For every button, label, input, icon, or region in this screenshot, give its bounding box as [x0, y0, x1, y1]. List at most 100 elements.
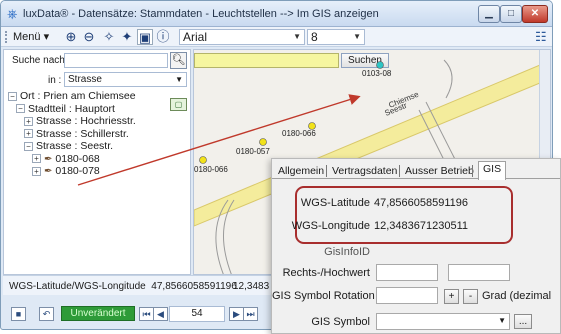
- tree-action-button[interactable]: ▢: [170, 98, 187, 111]
- next-record-icon[interactable]: ▶: [229, 307, 244, 321]
- collapse-icon[interactable]: −: [16, 104, 25, 114]
- tree-node[interactable]: − Strasse : Seestr.: [8, 140, 136, 153]
- font-value: Arial: [183, 30, 208, 44]
- coordinate-value-2: 12,3483: [233, 281, 270, 292]
- point-label: 0180-066: [282, 129, 316, 138]
- maximize-button[interactable]: □: [500, 5, 522, 23]
- tree-node[interactable]: + Strasse : Schillerstr.: [8, 128, 136, 141]
- toolbar-grip-icon: [5, 31, 8, 43]
- map-point[interactable]: [259, 138, 267, 146]
- font-size-value: 8: [311, 30, 318, 44]
- longitude-value[interactable]: 12,3483671230511: [374, 220, 468, 232]
- search-field-select[interactable]: Strasse ▼: [64, 72, 187, 87]
- gis-symbol-browse-button[interactable]: ...: [514, 314, 532, 329]
- tab-separator: [326, 165, 327, 177]
- identify-icon[interactable]: ⓘ: [155, 29, 171, 45]
- size-dropdown-icon: ▼: [353, 32, 361, 41]
- tree-node[interactable]: + ✒ 0180-078: [8, 165, 136, 178]
- in-label: in :: [48, 75, 62, 86]
- rechts-hochwert-label: Rechts-/Hochwert: [282, 267, 370, 279]
- search-label: Suche nach :: [12, 55, 71, 66]
- tree-node-label: Strasse : Schillerstr.: [36, 127, 129, 140]
- search-input[interactable]: [64, 53, 168, 68]
- hochwert-input[interactable]: [448, 264, 510, 281]
- search-field-value: Strasse: [68, 74, 102, 85]
- detail-tabs: Allgemein Vertragsdaten Ausser Betrieb G…: [272, 159, 560, 180]
- collapse-icon[interactable]: −: [24, 141, 33, 151]
- gisinfoid-label: GisInfoID: [324, 246, 370, 258]
- tree-node[interactable]: + Strasse : Hochriesstr.: [8, 115, 136, 128]
- symbol-dropdown-icon: ▼: [498, 316, 506, 325]
- tab-ausser-betrieb[interactable]: Ausser Betrieb: [405, 165, 474, 179]
- map-point[interactable]: [199, 156, 207, 164]
- expand-icon[interactable]: +: [32, 154, 41, 164]
- save-icon[interactable]: ■: [11, 307, 26, 321]
- app-logo-icon: ⎈: [7, 6, 18, 21]
- symbol-rotation-label: GIS Symbol Rotation: [272, 290, 375, 302]
- coordinate-value-1: 47,8566058591196: [151, 281, 237, 292]
- menu-button[interactable]: Menü ▾: [13, 30, 49, 43]
- minimize-button[interactable]: ▁: [478, 5, 500, 23]
- gis-detail-panel: Allgemein Vertragsdaten Ausser Betrieb G…: [271, 158, 561, 334]
- expand-icon[interactable]: +: [24, 129, 33, 139]
- tab-gis[interactable]: GIS: [478, 161, 507, 180]
- toolbar: Menü ▾ ⊕ ⊖ ✧ ✦ ▣ ⓘ Arial ▼ 8 ▼ ☷: [1, 27, 552, 47]
- zoom-in-icon[interactable]: ⊕: [63, 29, 79, 45]
- tree-node-label: Strasse : Hochriesstr.: [36, 115, 136, 127]
- tab-separator: [399, 165, 400, 177]
- tree-node-label: Strasse : Seestr.: [36, 140, 114, 152]
- search-icon: 🔍︎: [171, 54, 186, 66]
- tree-node[interactable]: − Ort : Prien am Chiemsee: [8, 90, 136, 103]
- tab-allgemein[interactable]: Allgemein: [278, 165, 324, 179]
- menu-label: Menü: [13, 31, 41, 43]
- location-tree: − Ort : Prien am Chiemsee − Stadtteil : Hau…: [8, 90, 136, 178]
- tree-node[interactable]: − Stadtteil : Hauptort: [8, 103, 136, 116]
- latitude-value[interactable]: 47,8566058591196: [374, 197, 468, 209]
- coordinate-label: WGS-Latitude/WGS-Longitude: [9, 281, 146, 292]
- symbol-rotation-input[interactable]: [376, 287, 438, 304]
- rotation-unit-label: Grad (dezimal: [482, 290, 552, 302]
- undo-icon[interactable]: ↶: [39, 307, 54, 321]
- point-label: 0180-057: [236, 147, 270, 156]
- window-title: luxData® - Datensätze: Stammdaten - Leuc…: [23, 8, 379, 20]
- route-icon[interactable]: ✦: [119, 29, 135, 45]
- longitude-label: WGS-Longitude: [291, 220, 370, 232]
- map-point[interactable]: [376, 61, 384, 69]
- font-size-select[interactable]: 8 ▼: [307, 29, 365, 45]
- record-number[interactable]: 54: [169, 306, 225, 322]
- font-dropdown-icon: ▼: [293, 32, 301, 41]
- gis-symbol-select[interactable]: ▼: [376, 313, 510, 330]
- collapse-icon[interactable]: −: [8, 91, 17, 101]
- font-select[interactable]: Arial ▼: [179, 29, 305, 45]
- tree-node[interactable]: + ✒ 0180-068: [8, 153, 136, 166]
- last-record-icon[interactable]: ⏭: [243, 307, 258, 321]
- measure-icon[interactable]: ✧: [101, 29, 117, 45]
- rechtswert-input[interactable]: [376, 264, 438, 281]
- hierarchy-icon[interactable]: ☷: [535, 29, 547, 45]
- record-status: Unverändert: [61, 306, 135, 321]
- select-area-icon[interactable]: ▣: [137, 29, 153, 45]
- expand-icon[interactable]: +: [32, 166, 41, 176]
- point-label: 0103-08: [362, 69, 392, 78]
- tab-separator: [472, 165, 473, 177]
- rotation-decrease-button[interactable]: -: [463, 289, 478, 304]
- prev-record-icon[interactable]: ◀: [153, 307, 168, 321]
- tree-panel: Suche nach : 🔍︎ in : Strasse ▼ − Ort : Pri…: [3, 49, 191, 275]
- tree-node-label: Ort : Prien am Chiemsee: [20, 90, 136, 102]
- rotation-increase-button[interactable]: +: [444, 289, 459, 304]
- point-label: 0180-066: [194, 165, 228, 174]
- coordinate-highlight-box: [295, 186, 513, 244]
- close-button[interactable]: ✕: [522, 5, 548, 23]
- title-bar: ⎈ luxData® - Datensätze: Stammdaten - Le…: [1, 1, 552, 27]
- tree-node-label: 0180-068: [55, 152, 100, 165]
- expand-icon[interactable]: +: [24, 116, 33, 126]
- menu-arrow-icon: ▾: [43, 31, 50, 43]
- first-record-icon[interactable]: ⏮: [139, 307, 154, 321]
- zoom-out-icon[interactable]: ⊖: [81, 29, 97, 45]
- dropdown-arrow-icon: ▼: [175, 75, 183, 84]
- search-button[interactable]: 🔍︎: [170, 52, 187, 69]
- tab-vertragsdaten[interactable]: Vertragsdaten: [332, 165, 397, 179]
- tree-node-label: 0180-078: [55, 165, 100, 177]
- latitude-label: WGS-Latitude: [300, 197, 370, 209]
- lamp-record-icon: ✒: [44, 166, 53, 177]
